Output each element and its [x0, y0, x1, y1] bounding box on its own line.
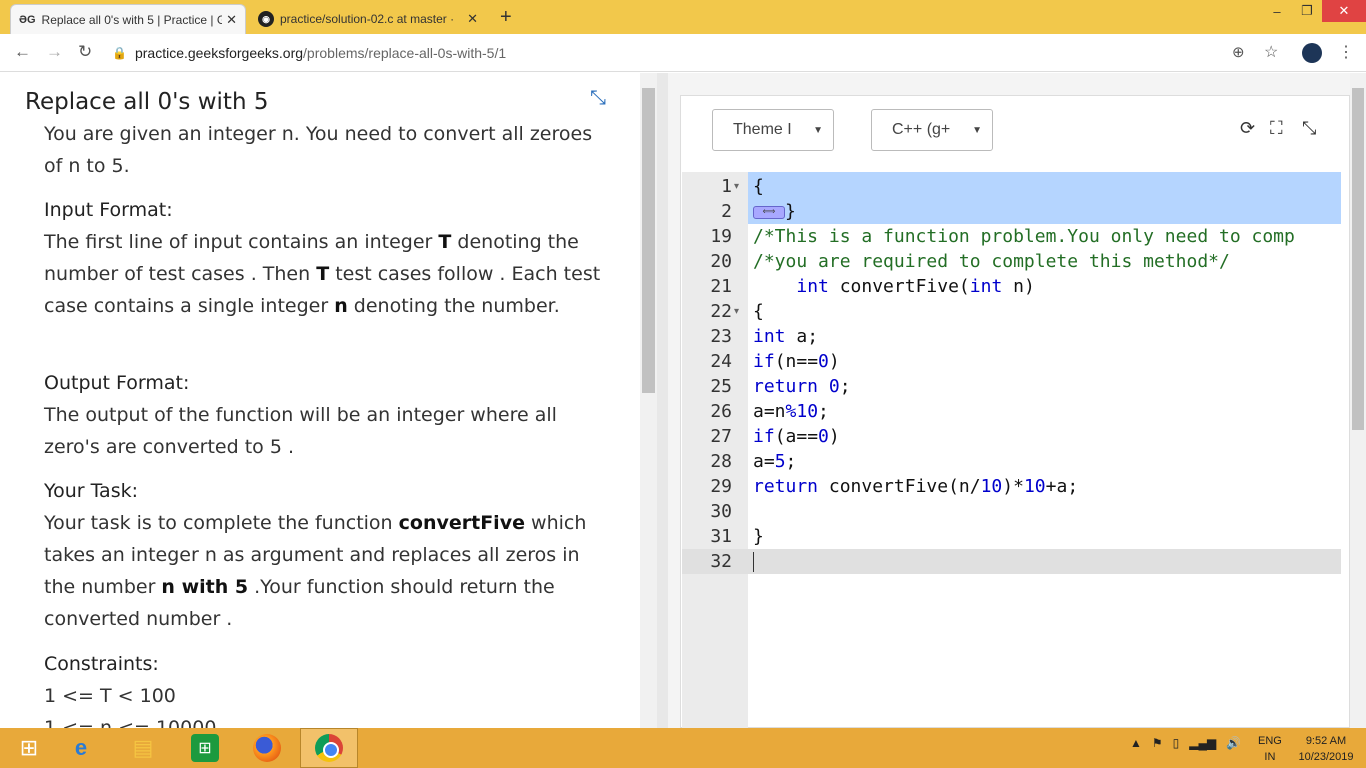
line-number: 29	[710, 476, 732, 497]
line-number: 31	[710, 526, 732, 547]
internet-explorer-icon[interactable]: e	[52, 728, 110, 768]
caret-down-icon: ▼	[972, 124, 982, 136]
code-line: }	[753, 526, 764, 547]
code-line: /*you are required to complete this meth…	[753, 251, 1230, 272]
bookmark-star-icon[interactable]: ☆	[1264, 42, 1278, 62]
fold-arrow-icon[interactable]: ▾	[734, 181, 739, 192]
file-explorer-icon[interactable]: ▤	[114, 728, 172, 768]
lock-icon: 🔒	[112, 46, 127, 60]
left-scrollbar-thumb[interactable]	[642, 88, 655, 393]
problem-title: Replace all 0's with 5	[25, 89, 269, 115]
problem-intro: You are given an integer n. You need to …	[44, 123, 593, 177]
collapse-icon[interactable]: ⤡	[1302, 118, 1316, 139]
chrome-icon[interactable]	[300, 728, 358, 768]
output-format-text: The output of the function will be an in…	[44, 404, 557, 458]
line-number: 24	[710, 351, 732, 372]
theme-select[interactable]: Theme I ▼	[712, 109, 834, 151]
new-tab-button[interactable]: +	[500, 6, 512, 29]
panel-divider[interactable]	[657, 73, 668, 728]
browser-tab-bar: ƏG Replace all 0's with 5 | Practice | G…	[0, 0, 1366, 34]
network-alert-icon[interactable]: ⚑	[1152, 736, 1163, 750]
line-number: 28	[710, 451, 732, 472]
volume-icon[interactable]: 🔊	[1226, 736, 1241, 750]
constraint-1: 1 <= T < 100	[44, 685, 176, 707]
tray-expand-icon[interactable]: ▲	[1130, 736, 1142, 750]
zoom-icon[interactable]: ⊕	[1232, 43, 1245, 61]
output-format-heading: Output Format:	[44, 372, 190, 394]
fold-arrow-icon[interactable]: ▾	[734, 306, 739, 317]
address-bar: ← → ↻ 🔒 practice.geeksforgeeks.org /prob…	[0, 34, 1366, 72]
tab-title: Replace all 0's with 5 | Practice | G	[41, 12, 223, 27]
line-number: 30	[710, 501, 732, 522]
reset-code-icon[interactable]: ⟳	[1240, 118, 1255, 139]
battery-icon[interactable]: ▯	[1173, 736, 1180, 750]
line-number: 26	[710, 401, 732, 422]
system-tray: ▲ ⚑ ▯ ▂▄▆ 🔊	[1130, 736, 1241, 750]
windows-taskbar: ⊞ e ▤ ⊞ ▲ ⚑ ▯ ▂▄▆ 🔊 ENG IN 9:52 AM 10/23/2…	[0, 728, 1366, 768]
line-number: 21	[710, 276, 732, 297]
url-input[interactable]: 🔒 practice.geeksforgeeks.org /problems/r…	[112, 39, 1292, 67]
tab-practice[interactable]: ƏG Replace all 0's with 5 | Practice | G…	[10, 4, 246, 34]
url-host: practice.geeksforgeeks.org	[134, 45, 304, 61]
close-tab-icon[interactable]: ✕	[467, 11, 478, 27]
input-format-heading: Input Format:	[44, 199, 173, 221]
code-line: a=5;	[753, 451, 797, 472]
code-line: if(n==0)	[753, 351, 840, 372]
code-line: int a;	[753, 326, 819, 347]
caret-down-icon: ▼	[813, 124, 823, 136]
code-line: if(a==0)	[753, 426, 840, 447]
line-number: 22	[710, 301, 732, 322]
fullscreen-icon[interactable]: ⛶	[1270, 118, 1283, 139]
signal-icon[interactable]: ▂▄▆	[1189, 736, 1216, 750]
line-number: 2	[721, 201, 732, 222]
url-path: /problems/replace-all-0s-with-5/1	[303, 45, 507, 61]
selection-highlight	[748, 172, 1341, 224]
line-number: 1	[721, 176, 732, 197]
code-line: return 0;	[753, 376, 851, 397]
your-task-text: Your task is to complete the function co…	[44, 512, 587, 630]
active-line-highlight	[682, 549, 1341, 574]
minimize-button[interactable]: –	[1262, 0, 1292, 22]
page-scrollbar-thumb[interactable]	[1352, 88, 1364, 430]
code-line: {	[753, 301, 764, 322]
menu-dots-icon[interactable]: ⋮	[1338, 42, 1354, 62]
text-cursor	[753, 552, 754, 572]
code-line: ⟺}	[753, 199, 796, 224]
input-format-text: The first line of input contains an inte…	[44, 231, 601, 317]
back-arrow-icon[interactable]: ←	[14, 42, 31, 62]
code-line: a=n%10;	[753, 401, 829, 422]
close-tab-icon[interactable]: ✕	[226, 12, 237, 28]
windows-start-icon[interactable]: ⊞	[0, 728, 58, 768]
tab-title: practice/solution-02.c at master ·	[280, 12, 455, 26]
code-line: {	[753, 176, 764, 197]
gfg-icon: ƏG	[19, 13, 36, 26]
code-line: return convertFive(n/10)*10+a;	[753, 476, 1079, 497]
github-icon: ◉	[258, 11, 274, 27]
reload-icon[interactable]: ↻	[78, 42, 92, 62]
firefox-icon[interactable]	[238, 728, 296, 768]
code-line: int convertFive(int n)	[796, 276, 1035, 297]
collapse-panel-icon[interactable]: ⤡	[590, 85, 606, 109]
line-number: 20	[710, 251, 732, 272]
profile-avatar[interactable]	[1302, 43, 1322, 63]
constraints-heading: Constraints:	[44, 653, 159, 675]
language-indicator[interactable]: ENG IN	[1258, 733, 1282, 765]
code-line: /*This is a function problem.You only ne…	[753, 226, 1295, 247]
line-number: 32	[710, 551, 732, 572]
your-task-heading: Your Task:	[44, 480, 139, 502]
constraint-2: 1 <= n <= 10000	[44, 717, 217, 728]
store-icon[interactable]: ⊞	[176, 728, 234, 768]
forward-arrow-icon[interactable]: →	[46, 42, 63, 62]
maximize-button[interactable]: ❐	[1292, 0, 1322, 22]
line-number: 27	[710, 426, 732, 447]
close-window-button[interactable]: ✕	[1322, 0, 1366, 22]
language-select[interactable]: C++ (g+ ▼	[871, 109, 993, 151]
tab-github[interactable]: ◉ practice/solution-02.c at master · ✕	[250, 4, 486, 34]
line-number: 23	[710, 326, 732, 347]
clock[interactable]: 9:52 AM 10/23/2019	[1292, 733, 1360, 765]
line-number: 25	[710, 376, 732, 397]
line-number: 19	[710, 226, 732, 247]
folded-code-marker[interactable]: ⟺	[753, 205, 785, 219]
problem-panel: Replace all 0's with 5 ⤡ You are given a…	[0, 73, 640, 728]
